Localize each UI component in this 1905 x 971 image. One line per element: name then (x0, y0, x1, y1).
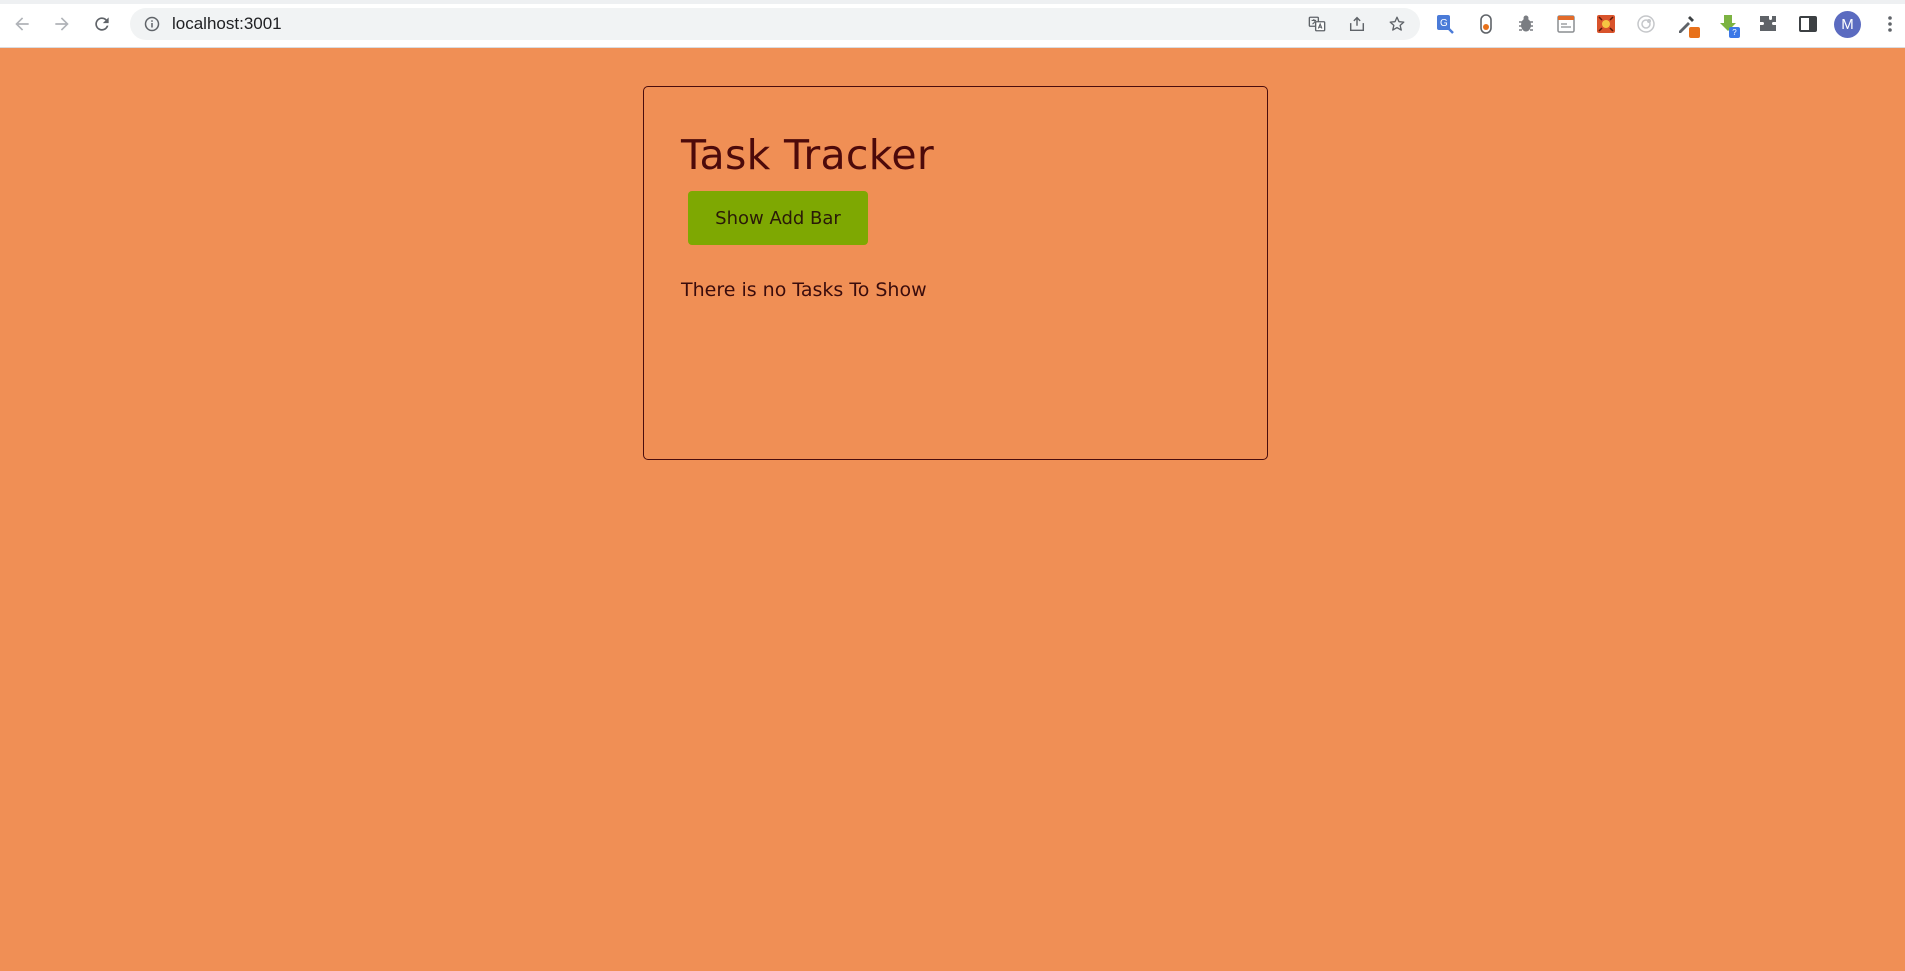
show-add-bar-button[interactable]: Show Add Bar (688, 191, 868, 245)
address-bar[interactable]: localhost:3001 (130, 8, 1420, 40)
target-icon[interactable] (1634, 12, 1658, 36)
reload-button[interactable] (88, 10, 116, 38)
browser-toolbar: localhost:3001 G ? M (0, 0, 1905, 48)
puzzle-icon[interactable] (1756, 12, 1780, 36)
tab-strip-edge (0, 0, 1905, 4)
download-icon[interactable]: ? (1716, 12, 1740, 38)
url-text[interactable]: localhost:3001 (172, 8, 282, 40)
arrow-left-icon (15, 17, 29, 31)
color-picker-icon[interactable] (1674, 12, 1700, 38)
side-panel-icon[interactable] (1796, 12, 1820, 36)
bug-icon[interactable] (1514, 12, 1538, 36)
download-badge: ? (1729, 27, 1740, 38)
color-picker-badge (1689, 27, 1700, 38)
forward-button[interactable] (48, 10, 76, 38)
kebab-menu-icon[interactable] (1878, 12, 1902, 36)
back-button[interactable] (8, 10, 36, 38)
arrow-right-icon (55, 17, 69, 31)
page-title: Task Tracker (681, 131, 935, 179)
task-tracker-container: Task Tracker Show Add Bar There is no Ta… (643, 86, 1268, 460)
profile-avatar[interactable]: M (1834, 11, 1861, 38)
google-dictionary-icon[interactable]: G (1434, 12, 1458, 36)
pattern-icon[interactable] (1594, 12, 1618, 36)
reload-icon (95, 17, 109, 31)
share-icon[interactable] (1347, 14, 1367, 34)
google-translate-icon[interactable] (1307, 14, 1327, 34)
bookmark-star-icon[interactable] (1387, 14, 1407, 34)
toggle-icon[interactable] (1474, 12, 1498, 36)
empty-tasks-message: There is no Tasks To Show (681, 279, 927, 301)
svg-text:G: G (1440, 18, 1448, 29)
info-icon[interactable] (144, 16, 160, 32)
reader-icon[interactable] (1554, 12, 1578, 36)
